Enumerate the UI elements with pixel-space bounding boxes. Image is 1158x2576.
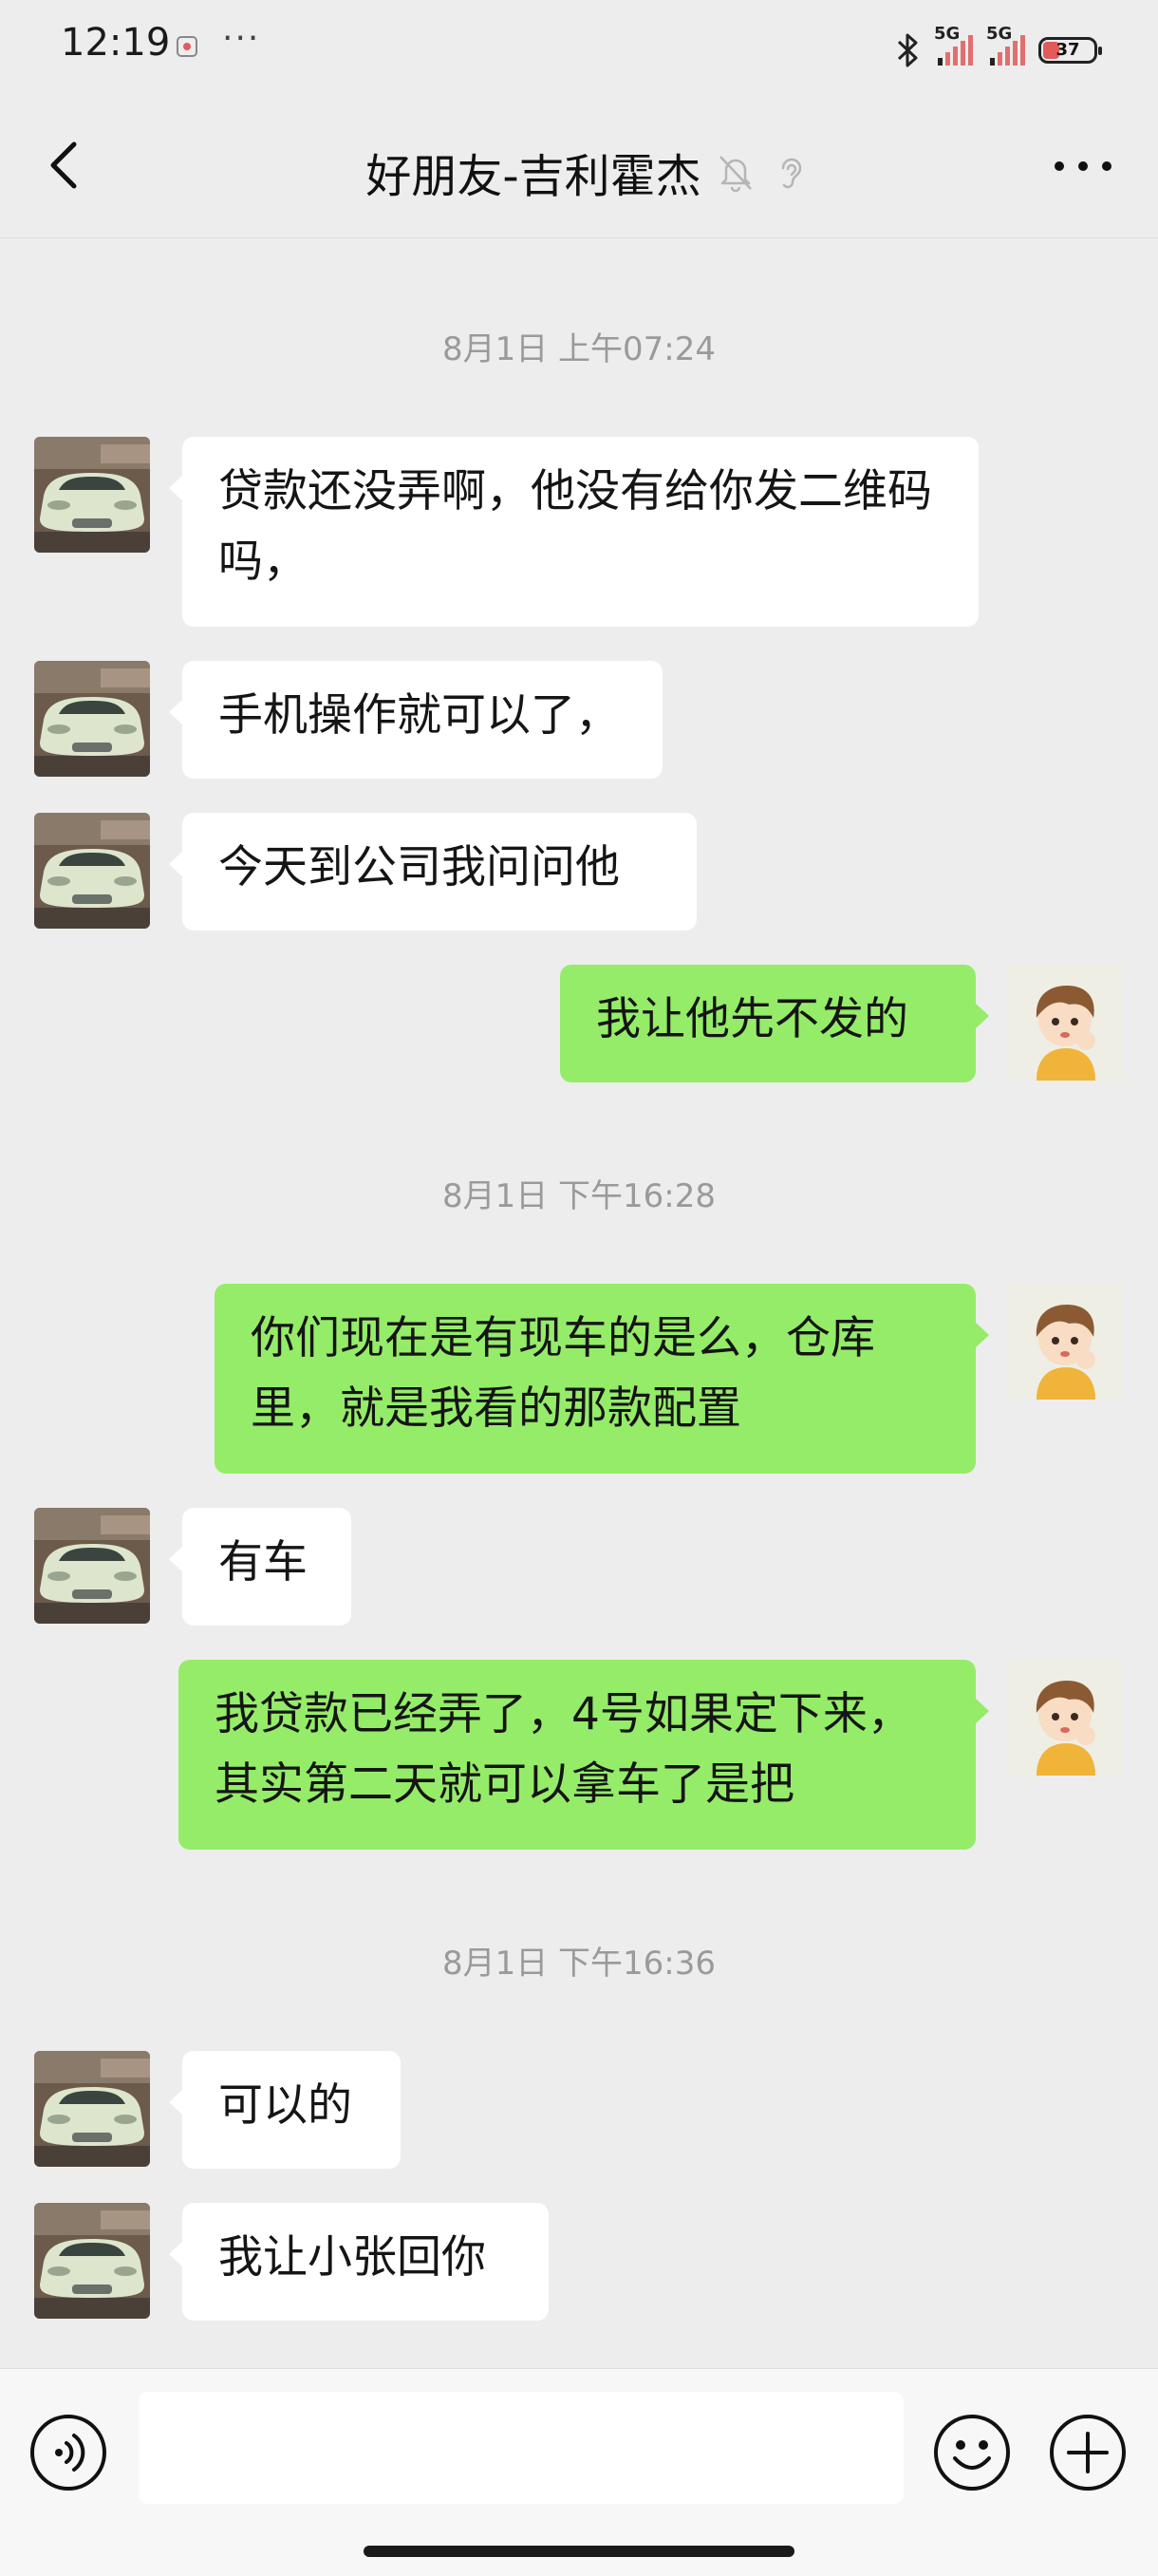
my-avatar[interactable] (1008, 1284, 1124, 1400)
timestamp: 8月1日 下午16:28 (441, 1177, 717, 1215)
status-more-icon: ··· (222, 19, 261, 58)
message-bubble[interactable]: 可以的 (169, 2051, 401, 2169)
status-time: 12:19 (61, 21, 171, 65)
contact-avatar[interactable] (34, 2051, 150, 2167)
mute-icon (719, 156, 752, 193)
emoji-icon[interactable] (932, 2413, 1012, 2492)
contact-avatar[interactable] (34, 1508, 150, 1624)
message-bubble[interactable]: 贷款还没弄啊，他没有给你发二维码吗， (169, 437, 979, 627)
chat-header: 好朋友-吉利霍杰 (0, 95, 1158, 238)
my-avatar[interactable] (1008, 965, 1124, 1081)
signal-icon-2: 5G (986, 24, 1025, 66)
more-icon[interactable] (1050, 152, 1116, 180)
message-bubble[interactable]: 今天到公司我问问他 (169, 813, 697, 931)
contact-avatar[interactable] (34, 661, 150, 777)
signal-icon-1: 5G (934, 24, 973, 66)
message-bubble[interactable]: 手机操作就可以了， (169, 661, 663, 779)
home-indicator[interactable] (364, 2546, 794, 2557)
message-input[interactable] (139, 2392, 904, 2504)
battery-icon: 37 (1038, 37, 1102, 64)
contact-avatar[interactable] (34, 437, 150, 553)
app-notification-icon (177, 36, 197, 57)
my-avatar[interactable] (1008, 1660, 1124, 1776)
message-bubble[interactable]: 有车 (169, 1508, 351, 1626)
chat-title: 好朋友-吉利霍杰 (365, 150, 701, 203)
timestamp: 8月1日 上午07:24 (441, 330, 717, 368)
message-bubble[interactable]: 你们现在是有现车的是么，仓库里，就是我看的那款配置 (215, 1284, 989, 1474)
voice-input-icon[interactable] (28, 2413, 108, 2492)
status-indicators: 5G 5G 37 (896, 24, 1102, 72)
contact-avatar[interactable] (34, 813, 150, 929)
message-bubble[interactable]: 我让小张回你 (169, 2203, 549, 2321)
contact-avatar[interactable] (34, 2203, 150, 2319)
bluetooth-icon (897, 33, 918, 67)
plus-icon[interactable] (1048, 2413, 1128, 2492)
timestamp: 8月1日 下午16:36 (441, 1945, 717, 1983)
message-bubble[interactable]: 我贷款已经弄了，4号如果定下来，其实第二天就可以拿车了是把 (178, 1660, 989, 1850)
status-bar: 12:19 ··· 5G 5G 37 (0, 0, 1158, 95)
ear-icon (781, 158, 801, 189)
message-bubble[interactable]: 我让他先不发的 (560, 965, 989, 1082)
